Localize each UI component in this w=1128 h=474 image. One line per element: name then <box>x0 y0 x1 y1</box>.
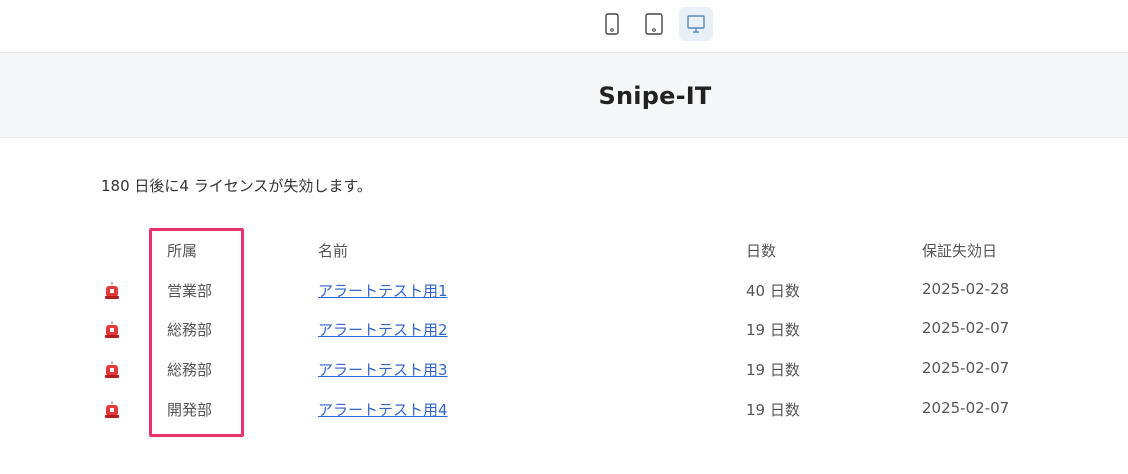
license-link[interactable]: アラートテスト用4 <box>318 399 448 420</box>
column-header-expiry: 保証失効日 <box>922 242 998 260</box>
tablet-preview-button[interactable] <box>637 7 671 41</box>
desktop-preview-button[interactable] <box>679 7 713 41</box>
desktop-icon <box>687 15 705 33</box>
license-link[interactable]: アラートテスト用2 <box>318 319 448 340</box>
column-header-days: 日数 <box>746 242 777 260</box>
expiry-cell: 2025-02-07 <box>922 399 1010 417</box>
expiry-cell: 2025-02-07 <box>922 359 1010 377</box>
siren-icon <box>105 401 119 418</box>
mobile-preview-button[interactable] <box>595 7 629 41</box>
days-cell: 19 日数 <box>746 401 800 419</box>
siren-icon <box>105 282 119 299</box>
mobile-icon <box>605 13 619 35</box>
expiry-cell: 2025-02-28 <box>922 280 1010 298</box>
days-cell: 40 日数 <box>746 282 800 300</box>
license-link[interactable]: アラートテスト用3 <box>318 359 448 380</box>
email-title: Snipe-IT <box>598 82 712 110</box>
days-cell: 19 日数 <box>746 361 800 379</box>
license-link[interactable]: アラートテスト用1 <box>318 280 448 301</box>
intro-text: 180 日後に4 ライセンスが失効します。 <box>101 177 372 195</box>
department-column-highlight <box>149 228 244 437</box>
siren-icon <box>105 361 119 378</box>
preview-toolbar <box>0 0 1128 52</box>
days-cell: 19 日数 <box>746 321 800 339</box>
tablet-icon <box>645 13 663 35</box>
siren-icon <box>105 321 119 338</box>
expiry-cell: 2025-02-07 <box>922 319 1010 337</box>
column-header-name: 名前 <box>318 242 349 260</box>
email-header: Snipe-IT <box>0 52 1128 138</box>
